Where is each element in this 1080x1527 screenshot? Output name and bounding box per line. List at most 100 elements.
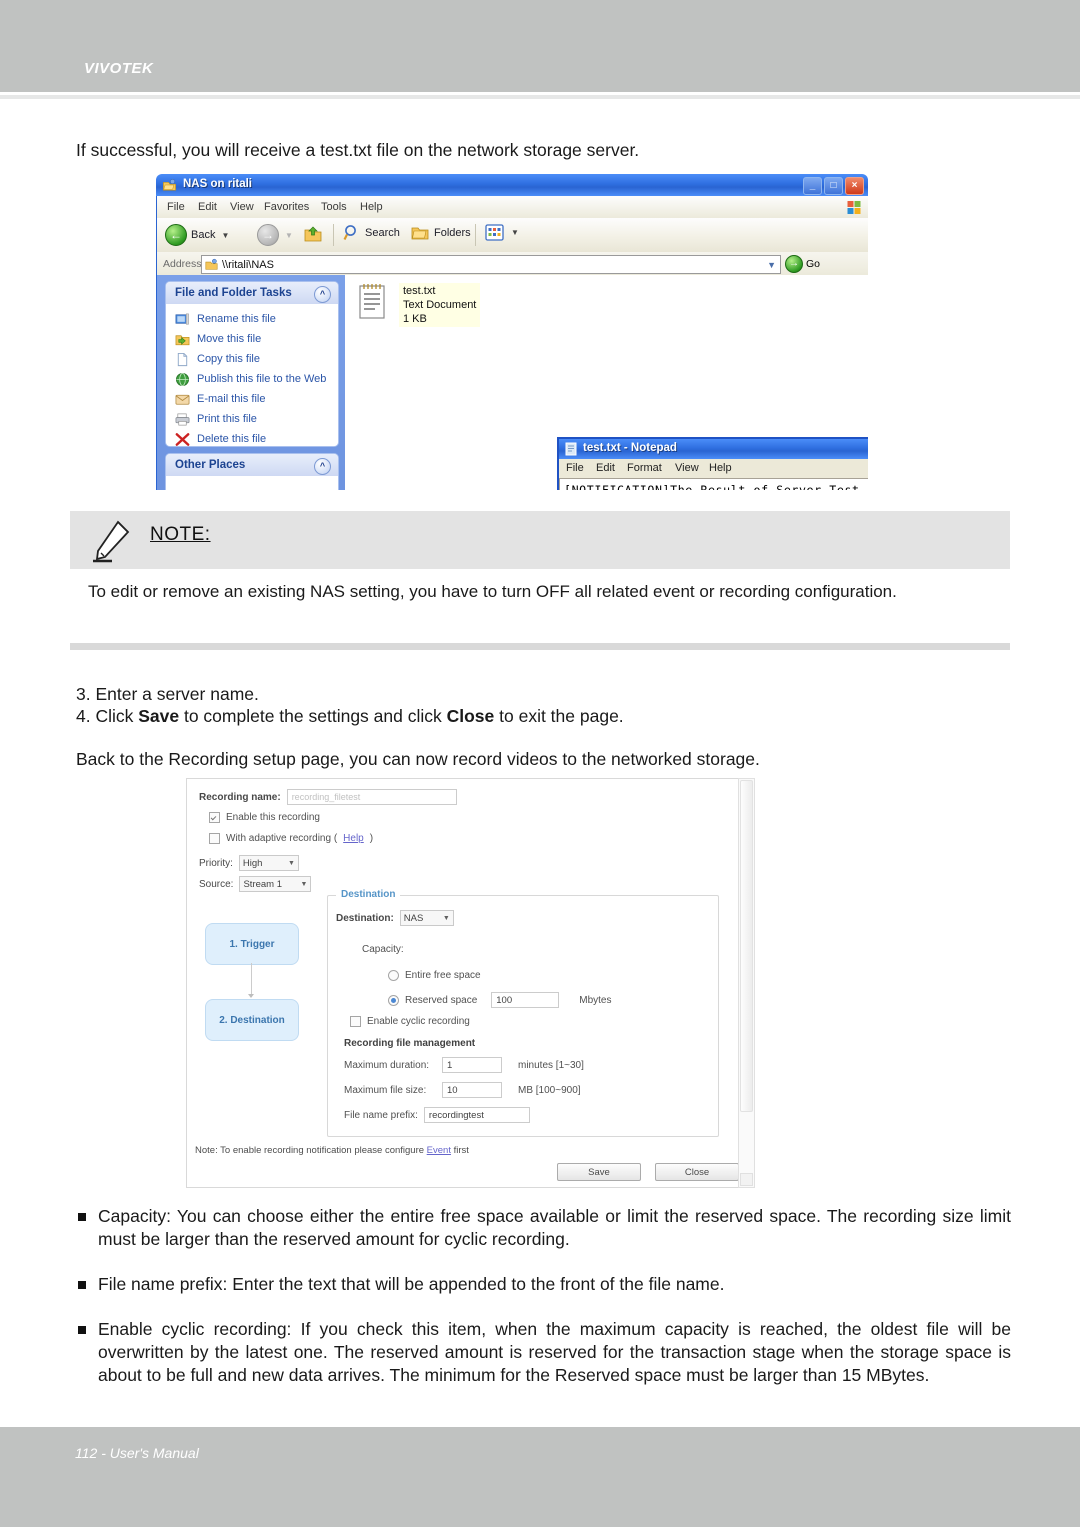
address-network-folder-icon xyxy=(205,258,218,270)
menu-help[interactable]: Help xyxy=(360,201,383,213)
save-button[interactable]: Save xyxy=(557,1163,641,1181)
printer-icon xyxy=(175,413,190,425)
scrollbar-thumb[interactable] xyxy=(740,780,753,1112)
task-rename-this-file[interactable]: Rename this file xyxy=(166,309,338,329)
adaptive-recording-label-post: ) xyxy=(369,833,374,844)
task-copy-this-file[interactable]: Copy this file xyxy=(166,349,338,369)
footer-page-label: 112 - User's Manual xyxy=(75,1445,199,1461)
views-dropdown-caret-icon[interactable]: ▼ xyxy=(511,228,519,237)
forward-dropdown-caret-icon: ▼ xyxy=(285,230,293,240)
entire-free-space-label: Entire free space xyxy=(405,970,481,981)
flow-step-trigger[interactable]: 1. Trigger xyxy=(205,923,299,965)
menu-tools[interactable]: Tools xyxy=(321,201,347,213)
close-button[interactable]: × xyxy=(845,177,864,195)
adaptive-help-link[interactable]: Help xyxy=(343,833,364,844)
forward-arrow-icon: → xyxy=(257,224,279,246)
recording-note-pre: Note: To enable recording notification p… xyxy=(195,1145,427,1156)
max-file-size-input[interactable]: 10 xyxy=(442,1082,502,1098)
menu-edit[interactable]: Edit xyxy=(198,201,217,213)
file-prefix-input[interactable]: recordingtest xyxy=(423,1107,530,1123)
explorer-window-controls: _ □ × xyxy=(803,177,864,195)
menu-view[interactable]: View xyxy=(230,201,254,213)
step4-close-keyword: Close xyxy=(446,706,495,726)
recording-name-input[interactable]: recording_filetest xyxy=(286,789,457,805)
notepad-content: [NOTIFICATION]The Result of Server Test … xyxy=(564,483,868,490)
back-dropdown-caret-icon[interactable]: ▼ xyxy=(221,231,229,240)
recording-screenshot-scrollbar[interactable] xyxy=(738,778,755,1188)
forward-button[interactable]: → ▼ xyxy=(257,224,293,246)
chevron-up-icon[interactable]: ^ xyxy=(314,286,331,303)
source-label: Source: xyxy=(199,878,234,890)
task-print-this-file[interactable]: Print this file xyxy=(166,409,338,429)
file-item-test-txt[interactable]: test.txt Text Document 1 KB xyxy=(357,283,481,327)
copy-file-icon xyxy=(177,352,188,366)
enable-cyclic-recording-checkbox[interactable] xyxy=(350,1016,361,1027)
bullet-capacity: Capacity: You can choose either the enti… xyxy=(76,1205,1011,1251)
event-link[interactable]: Event xyxy=(427,1145,451,1156)
maximize-button[interactable]: □ xyxy=(824,177,843,195)
destination-select[interactable]: NAS ▼ xyxy=(399,910,454,926)
tasks-panel-body: Rename this file Move this file Copy thi… xyxy=(166,304,338,446)
step4-save-keyword: Save xyxy=(138,706,180,726)
back-label: Back xyxy=(191,229,216,241)
chevron-down-icon: ▼ xyxy=(442,914,450,922)
other-places-panel: Other Places ^ xyxy=(165,453,339,490)
max-duration-input[interactable]: 1 xyxy=(442,1057,502,1073)
recording-file-management-section: Recording file management Maximum durati… xyxy=(344,1038,704,1123)
task-move-this-file[interactable]: Move this file xyxy=(166,329,338,349)
reserved-space-input[interactable]: 100 xyxy=(491,992,560,1008)
enable-recording-checkbox[interactable] xyxy=(209,812,220,823)
source-select[interactable]: Stream 1 ▼ xyxy=(239,876,312,892)
explorer-window-screenshot: NAS on ritali _ □ × File Edit View Favor… xyxy=(156,174,868,490)
chevron-up-icon[interactable]: ^ xyxy=(314,458,331,475)
address-input[interactable]: \\ritali\NAS ▼ xyxy=(201,255,781,274)
menu-view[interactable]: View xyxy=(675,462,699,474)
source-value: Stream 1 xyxy=(243,878,283,890)
step-3: 3. Enter a server name. xyxy=(76,684,259,704)
windows-flag-icon xyxy=(847,201,861,214)
brand-logo: VIVOTEK xyxy=(84,60,154,77)
step4-pre: 4. Click xyxy=(76,706,139,726)
enable-cyclic-recording-label: Enable cyclic recording xyxy=(367,1016,470,1027)
task-delete-this-file[interactable]: Delete this file xyxy=(166,429,338,446)
entire-free-space-radio[interactable] xyxy=(388,970,399,981)
reserved-space-radio[interactable] xyxy=(388,994,399,1006)
minimize-button[interactable]: _ xyxy=(803,177,822,195)
priority-select[interactable]: High ▼ xyxy=(238,855,299,871)
task-publish-this-file-to-the-web[interactable]: Publish this file to the Web xyxy=(166,369,338,389)
scroll-down-button[interactable] xyxy=(740,1173,753,1186)
other-places-title: Other Places xyxy=(175,459,246,471)
flow-step-destination[interactable]: 2. Destination xyxy=(205,999,299,1041)
back-button[interactable]: ← Back ▼ xyxy=(165,224,229,246)
views-button[interactable]: ▼ xyxy=(485,224,519,241)
steps-list: 3. Enter a server name. 4. Click Save to… xyxy=(76,683,976,727)
menu-help[interactable]: Help xyxy=(709,462,732,474)
task-label: Delete this file xyxy=(197,433,267,445)
notepad-textarea[interactable]: [NOTIFICATION]The Result of Server Test … xyxy=(559,478,868,490)
up-button[interactable] xyxy=(303,224,323,244)
menu-format[interactable]: Format xyxy=(627,462,662,474)
file-prefix-label: File name prefix: xyxy=(344,1109,418,1121)
adaptive-recording-checkbox[interactable] xyxy=(209,833,220,844)
toolbar-separator-1 xyxy=(333,224,334,246)
menu-file[interactable]: File xyxy=(566,462,584,474)
note-title: NOTE: xyxy=(150,524,211,545)
other-places-header[interactable]: Other Places ^ xyxy=(166,454,338,476)
folders-button[interactable]: Folders xyxy=(411,224,471,242)
up-folder-icon xyxy=(304,226,322,242)
max-file-size-unit: MB [100~900] xyxy=(518,1084,581,1096)
menu-edit[interactable]: Edit xyxy=(596,462,615,474)
menu-file[interactable]: File xyxy=(167,201,185,213)
search-button[interactable]: Search xyxy=(343,224,400,242)
address-dropdown-caret-icon[interactable]: ▼ xyxy=(767,260,776,270)
task-email-this-file[interactable]: E-mail this file xyxy=(166,389,338,409)
note-banner xyxy=(70,511,1010,569)
go-button[interactable]: → Go xyxy=(785,255,820,273)
step4-post: to exit the page. xyxy=(494,706,624,726)
reserved-space-value: 100 xyxy=(496,994,513,1006)
menu-favorites[interactable]: Favorites xyxy=(264,201,309,213)
notepad-icon xyxy=(565,442,577,456)
adaptive-recording-label-pre: With adaptive recording ( xyxy=(226,833,338,844)
close-button[interactable]: Close xyxy=(655,1163,739,1181)
tasks-panel-header[interactable]: File and Folder Tasks ^ xyxy=(166,282,338,304)
